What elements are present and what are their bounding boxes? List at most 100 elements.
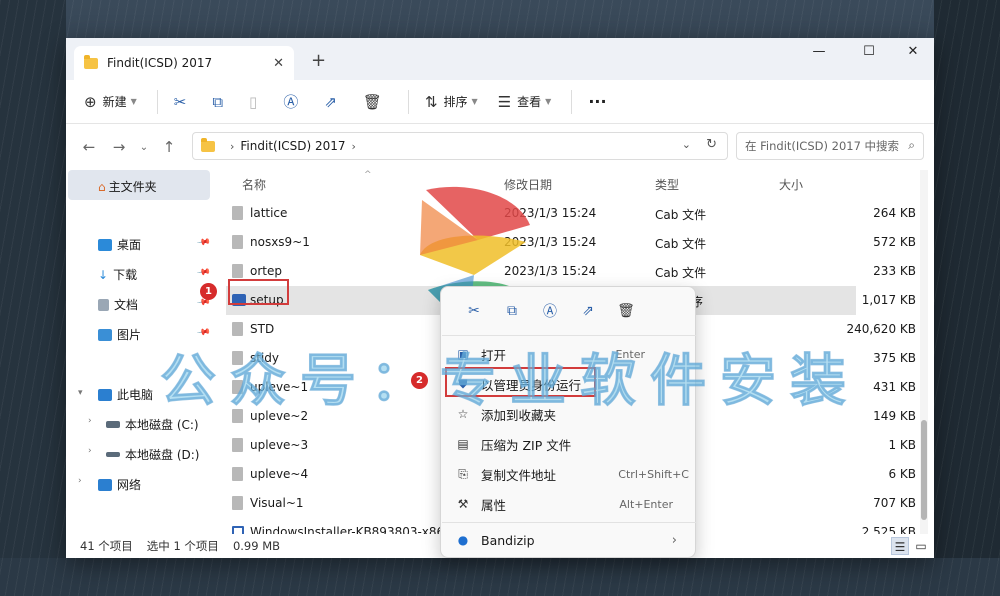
menu-item-label: 压缩为 ZIP 文件: [481, 437, 572, 453]
share-button[interactable]: ⇗: [324, 87, 343, 117]
tab-close-icon[interactable]: ✕: [273, 56, 284, 71]
sort-up-icon: ^: [364, 170, 372, 180]
recent-chevron-icon[interactable]: ⌄: [134, 142, 154, 153]
item-count: 41 个项目: [80, 539, 133, 553]
sidebar-item-desktop[interactable]: 桌面: [98, 236, 141, 253]
sidebar-item-this-pc[interactable]: 此电脑: [98, 386, 153, 403]
expand-chevron-icon[interactable]: ›: [88, 446, 92, 456]
watermark-text: 公众号：专业软件安装: [160, 348, 860, 414]
network-icon: [98, 478, 112, 491]
up-arrow-icon[interactable]: ↑: [154, 138, 184, 156]
home-icon: ⌂: [98, 179, 106, 194]
share-icon[interactable]: ⇗: [569, 303, 607, 319]
scissors-icon: ✂: [173, 92, 187, 111]
new-button[interactable]: ⊕ 新建 ▼: [84, 87, 137, 117]
expand-chevron-icon[interactable]: ›: [78, 476, 82, 486]
sidebar-item-home[interactable]: ⌂ 主文件夹: [98, 178, 157, 195]
search-input[interactable]: 在 Findit(ICSD) 2017 中搜索 ⌕: [736, 132, 924, 160]
file-name: Visual~1: [250, 496, 304, 510]
cab-file-icon: [232, 438, 243, 452]
forward-arrow-icon[interactable]: →: [104, 138, 134, 156]
column-header-name[interactable]: 名称: [242, 176, 266, 193]
menu-item-label: 属性: [481, 497, 507, 513]
expand-chevron-icon[interactable]: ›: [88, 416, 92, 426]
pin-icon: 📌: [196, 235, 212, 251]
selection-count: 选中 1 个项目: [146, 539, 219, 553]
cut-button[interactable]: ✂: [174, 87, 193, 117]
breadcrumb-separator-icon: ›: [230, 139, 235, 153]
folder-icon: [201, 137, 215, 152]
sort-label: 排序: [443, 95, 468, 109]
sidebar-item-label: 网络: [117, 478, 142, 492]
title-bar: Findit(ICSD) 2017 ✕ + — ☐ ✕: [66, 38, 934, 80]
menu-item-bandizip[interactable]: ● Bandizip ›: [447, 526, 691, 554]
menu-shortcut: Alt+Enter: [619, 497, 673, 511]
breadcrumb-current[interactable]: Findit(ICSD) 2017: [240, 139, 345, 153]
refresh-icon[interactable]: ↻: [706, 137, 717, 152]
details-view-icon[interactable]: ☰: [891, 537, 909, 555]
menu-shortcut: Ctrl+Shift+C: [618, 467, 689, 481]
chevron-down-icon: ▼: [545, 97, 552, 106]
rename-icon[interactable]: Ⓐ: [531, 301, 569, 321]
new-label: 新建: [102, 95, 127, 109]
download-icon: ↓: [98, 267, 109, 282]
scissors-icon[interactable]: ✂: [455, 303, 493, 319]
folder-icon: [84, 54, 98, 69]
expand-chevron-icon[interactable]: ▾: [78, 388, 83, 398]
menu-item-compress-zip[interactable]: ▤ 压缩为 ZIP 文件: [447, 430, 691, 458]
file-type: Cab 文件: [655, 237, 707, 251]
tab-findit[interactable]: Findit(ICSD) 2017 ✕: [74, 46, 294, 80]
file-name: nosxs9~1: [250, 235, 310, 249]
breadcrumb-chevron-icon[interactable]: ›: [352, 140, 356, 153]
cab-file-icon: [232, 235, 243, 249]
file-type: Cab 文件: [655, 208, 707, 222]
document-icon: [98, 298, 109, 311]
address-dropdown-icon[interactable]: ⌄: [682, 138, 691, 151]
close-button[interactable]: ✕: [898, 44, 928, 59]
sidebar-item-pictures[interactable]: 图片: [98, 326, 141, 343]
vertical-scrollbar[interactable]: [920, 170, 928, 534]
sidebar-item-drive-c[interactable]: 本地磁盘 (C:): [106, 416, 199, 433]
toolbar-divider: [571, 89, 573, 114]
sort-button[interactable]: ⇅ 排序 ▼: [425, 87, 478, 117]
sidebar-item-label: 本地磁盘 (C:): [125, 418, 199, 432]
copy-icon[interactable]: ⧉: [493, 303, 531, 319]
tiles-view-icon[interactable]: ▭: [912, 537, 930, 555]
column-header-size[interactable]: 大小: [779, 176, 803, 193]
plus-circle-icon: ⊕: [84, 92, 97, 111]
sidebar-item-label: 本地磁盘 (D:): [125, 448, 200, 462]
more-options-button[interactable]: ···: [588, 87, 606, 117]
menu-item-properties[interactable]: ⚒ 属性 Alt+Enter: [447, 490, 691, 518]
minimize-button[interactable]: —: [804, 44, 834, 59]
maximize-button[interactable]: ☐: [854, 44, 884, 59]
new-tab-button[interactable]: +: [311, 50, 326, 71]
sidebar-item-network[interactable]: 网络: [98, 476, 141, 493]
delete-button[interactable]: 🗑: [363, 87, 388, 117]
file-size: 707 KB: [873, 496, 916, 510]
view-button[interactable]: ☰ 查看 ▼: [498, 87, 552, 117]
rename-button[interactable]: Ⓐ: [283, 87, 304, 117]
sidebar-item-drive-d[interactable]: 本地磁盘 (D:): [106, 446, 199, 463]
chevron-down-icon: ▼: [471, 97, 478, 106]
cab-file-icon: [232, 322, 243, 336]
copy-path-icon: ⎘: [458, 466, 468, 481]
cab-file-icon: [232, 264, 243, 278]
share-icon: ⇗: [324, 92, 337, 111]
copy-button[interactable]: ⧉: [212, 87, 229, 117]
sidebar-item-downloads[interactable]: ↓ 下载: [98, 266, 137, 283]
file-size: 264 KB: [873, 206, 916, 220]
sidebar-item-documents[interactable]: 文档: [98, 296, 138, 313]
back-arrow-icon[interactable]: ←: [74, 138, 104, 156]
column-header-type[interactable]: 类型: [655, 176, 679, 193]
scrollbar-thumb[interactable]: [921, 420, 927, 520]
cab-file-icon: [232, 467, 243, 481]
file-size: 1,017 KB: [861, 293, 916, 307]
address-field[interactable]: › Findit(ICSD) 2017 › ⌄ ↻: [192, 132, 728, 160]
menu-item-copy-path[interactable]: ⎘ 复制文件地址 Ctrl+Shift+C: [447, 460, 691, 488]
view-list-icon: ☰: [497, 92, 512, 111]
file-name: lattice: [250, 206, 288, 220]
paste-button[interactable]: ▯: [249, 87, 263, 117]
trash-icon[interactable]: 🗑: [607, 303, 645, 319]
menu-item-label: Bandizip: [481, 532, 535, 548]
copy-icon: ⧉: [212, 92, 224, 111]
